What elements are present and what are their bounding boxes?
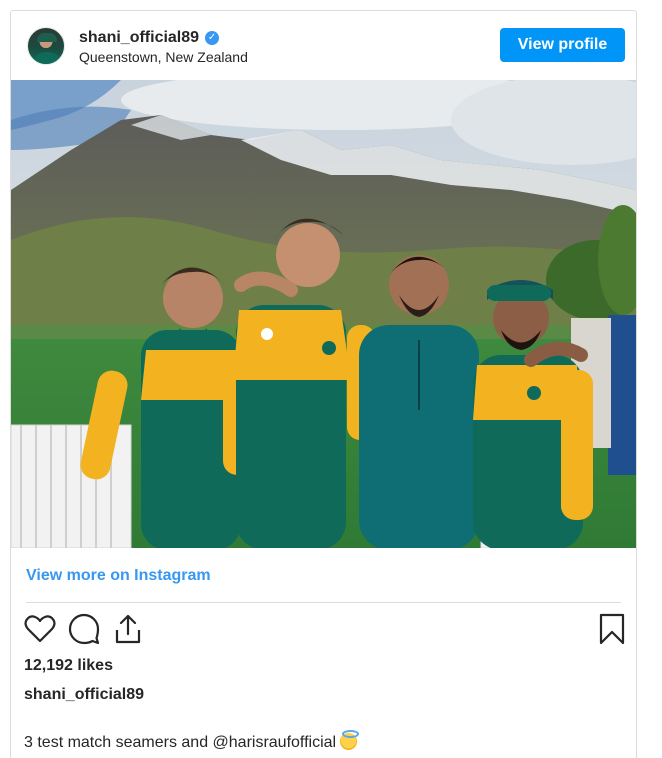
heart-icon[interactable] xyxy=(23,612,57,646)
verified-badge-icon: ✓ xyxy=(205,31,220,45)
username[interactable]: shani_official89 xyxy=(79,29,199,47)
caption: 3 test match seamers and @harisraufoffic… xyxy=(24,730,360,752)
likes-count[interactable]: 12,192 likes xyxy=(24,657,113,675)
caption-username[interactable]: shani_official89 xyxy=(24,686,144,704)
bookmark-icon[interactable] xyxy=(595,612,629,646)
view-profile-button[interactable]: View profile xyxy=(500,28,625,62)
smiling-face-with-halo-icon xyxy=(340,730,360,750)
avatar-cap xyxy=(37,33,57,42)
location[interactable]: Queenstown, New Zealand xyxy=(79,49,248,65)
divider xyxy=(26,602,621,603)
instagram-embed-card: shani_official89 ✓ Queenstown, New Zeala… xyxy=(10,10,637,758)
avatar[interactable] xyxy=(27,27,65,65)
avatar-shirt xyxy=(32,52,62,64)
photo-illustration xyxy=(11,80,636,548)
post-header: shani_official89 ✓ Queenstown, New Zeala… xyxy=(11,11,636,81)
caption-text: 3 test match seamers and xyxy=(24,734,213,751)
username-row: shani_official89 ✓ xyxy=(79,28,220,48)
comment-icon[interactable] xyxy=(67,612,101,646)
view-more-link[interactable]: View more on Instagram xyxy=(26,567,211,585)
post-photo[interactable] xyxy=(11,80,636,548)
caption-mention[interactable]: @harisraufofficial xyxy=(213,734,337,751)
share-icon[interactable] xyxy=(111,612,145,646)
